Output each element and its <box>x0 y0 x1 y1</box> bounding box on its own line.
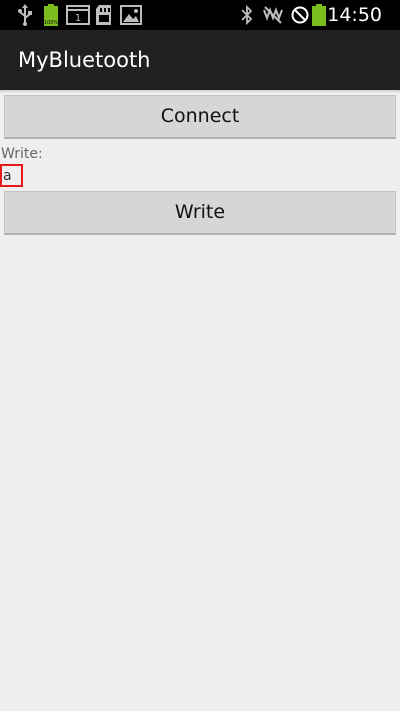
battery-icon <box>312 4 326 26</box>
write-label: Write: <box>1 146 43 162</box>
sd-card-icon <box>96 5 111 25</box>
no-signal-icon <box>291 6 309 24</box>
app-title: MyBluetooth <box>18 48 151 72</box>
write-input[interactable] <box>0 164 23 187</box>
app-screen: 100% 1 14:50 MyBluetooth Connect Write: … <box>0 0 400 711</box>
action-bar-shadow <box>0 90 400 93</box>
usb-icon <box>18 4 32 26</box>
mute-icon <box>263 6 283 24</box>
bluetooth-icon <box>241 4 253 26</box>
status-bar: 100% 1 14:50 <box>0 0 400 30</box>
connect-button[interactable]: Connect <box>4 95 396 139</box>
battery-percent-text: 100% <box>44 20 59 26</box>
write-button[interactable]: Write <box>4 191 396 235</box>
gallery-icon <box>120 5 142 25</box>
action-bar: MyBluetooth <box>0 30 400 90</box>
notification-count-text: 1 <box>75 13 81 24</box>
clock-time: 14:50 <box>327 4 382 26</box>
battery-notification-icon: 100% <box>44 4 59 26</box>
notification-count-icon: 1 <box>66 5 90 25</box>
